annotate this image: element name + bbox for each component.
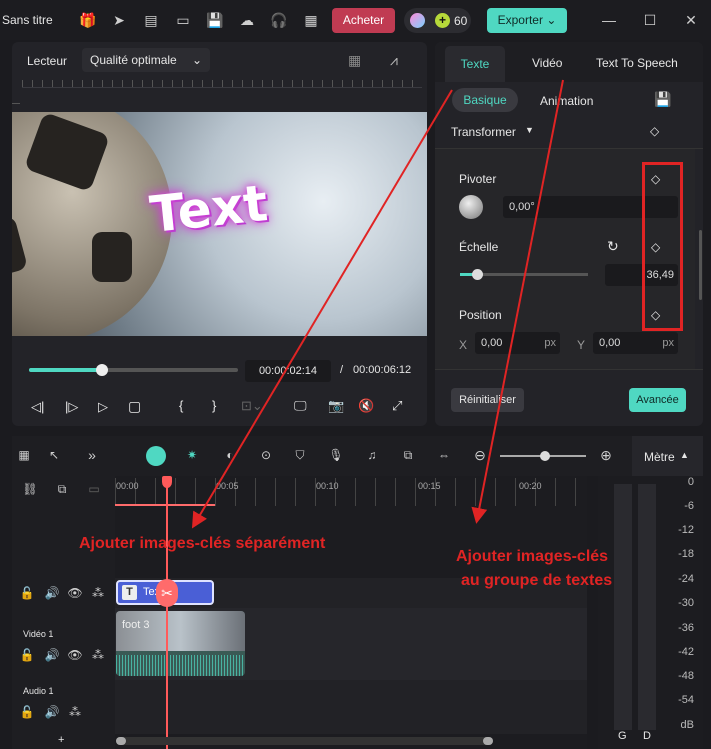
annotation-arrows xyxy=(191,79,564,529)
annotation-right-line2: au groupe de textes xyxy=(461,572,613,589)
arrow-left xyxy=(191,89,453,529)
annotation-left: Ajouter images-clés séparément xyxy=(79,535,326,552)
annotation-right-line1: Ajouter images-clés xyxy=(456,548,609,565)
arrow-right xyxy=(471,79,564,524)
